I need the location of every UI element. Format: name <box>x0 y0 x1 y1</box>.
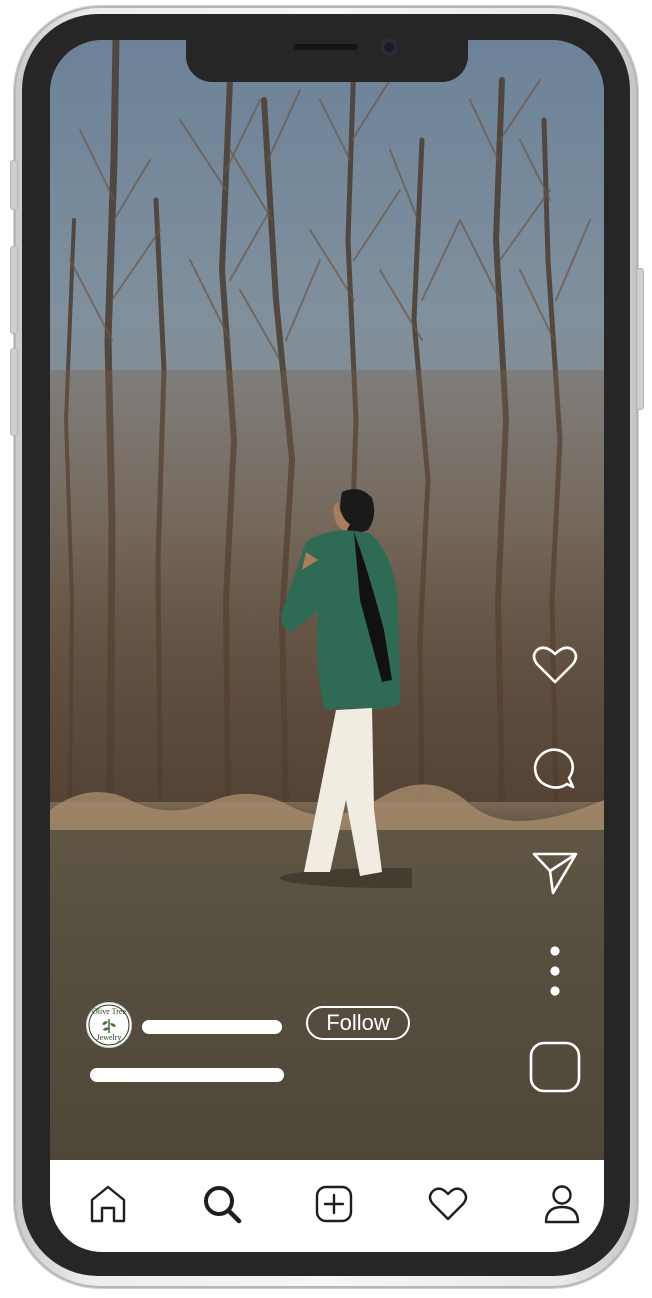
bottom-navigation-bar <box>50 1160 604 1252</box>
nav-activity[interactable] <box>426 1182 470 1226</box>
square-icon <box>529 1041 581 1093</box>
follow-button-label: Follow <box>326 1010 390 1035</box>
avatar-logo-line-1: Olive Tree <box>92 1007 126 1016</box>
username-placeholder-bar <box>142 1020 282 1034</box>
side-button-volume-up <box>10 246 18 334</box>
nav-profile[interactable] <box>540 1182 584 1226</box>
follow-button[interactable]: Follow <box>306 1006 410 1040</box>
side-button-power <box>636 268 644 410</box>
earpiece-speaker <box>294 44 358 50</box>
reel-overlay: Olive Tree Jewelry Follow <box>50 40 604 1252</box>
side-button-mute <box>10 160 18 210</box>
heart-icon <box>532 646 578 684</box>
nav-create[interactable] <box>312 1182 356 1226</box>
profile-avatar[interactable]: Olive Tree Jewelry <box>86 1002 132 1048</box>
front-camera <box>380 38 398 56</box>
nav-home[interactable] <box>86 1182 130 1226</box>
more-options-icon <box>550 946 560 996</box>
create-post-icon <box>315 1185 353 1223</box>
profile-icon <box>544 1185 580 1224</box>
screen: Olive Tree Jewelry Follow <box>50 40 604 1252</box>
share-button[interactable] <box>528 846 582 900</box>
comment-icon <box>533 748 575 789</box>
activity-heart-icon <box>428 1187 468 1221</box>
nav-search[interactable] <box>200 1182 244 1226</box>
more-options-button[interactable] <box>528 942 582 1000</box>
comment-button[interactable] <box>528 742 582 796</box>
search-icon <box>204 1186 242 1224</box>
send-icon <box>532 852 578 895</box>
audio-thumbnail-button[interactable] <box>528 1040 582 1094</box>
caption-placeholder-bar <box>90 1068 284 1082</box>
avatar-logo-text: Olive Tree Jewelry <box>87 1003 131 1047</box>
side-button-volume-down <box>10 348 18 436</box>
avatar-logo-line-2: Jewelry <box>96 1033 122 1042</box>
home-icon <box>90 1185 126 1223</box>
like-button[interactable] <box>528 638 582 692</box>
phone-notch <box>186 38 468 82</box>
